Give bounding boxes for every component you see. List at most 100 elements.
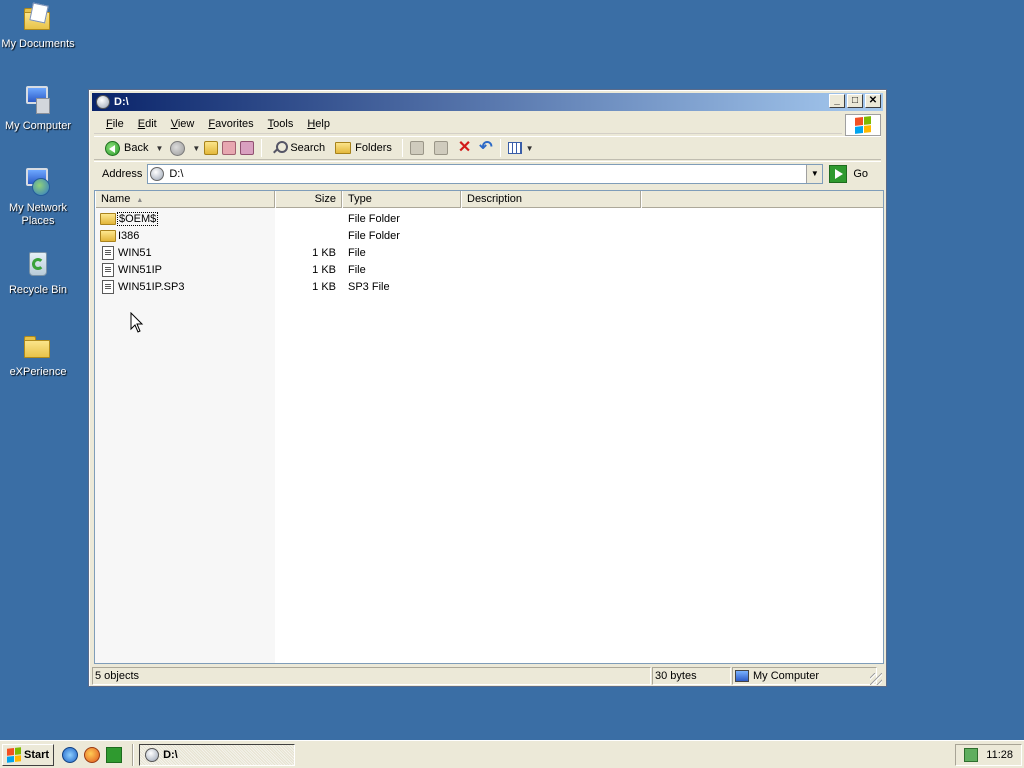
folder-icon	[100, 212, 116, 225]
title-bar[interactable]: D:\ _ □ ✕	[92, 93, 883, 111]
file-size: 1 KB	[312, 246, 336, 259]
folders-label: Folders	[355, 142, 392, 154]
drive-icon	[96, 95, 110, 109]
copy-icon[interactable]	[433, 141, 448, 155]
file-name: I386	[118, 229, 140, 242]
status-zone-label: My Computer	[753, 670, 820, 682]
menu-edit[interactable]: Edit	[138, 118, 157, 130]
forward-arrow-icon	[170, 140, 186, 156]
status-bar: 5 objects 30 bytes My Computer	[92, 666, 883, 686]
toolbar-separator	[401, 139, 403, 157]
system-tray: 11:28	[955, 743, 1022, 766]
desktop-icon-experience[interactable]: eXPerience	[0, 330, 76, 379]
resize-grip[interactable]	[870, 673, 882, 685]
undo-icon[interactable]: ↶	[479, 140, 492, 156]
search-label: Search	[290, 142, 326, 154]
window-title: D:\	[114, 96, 129, 108]
column-header-name[interactable]: Name ▲	[95, 191, 275, 208]
status-object-count: 5 objects	[92, 667, 651, 685]
move-icon[interactable]	[409, 141, 424, 155]
folders-icon	[335, 142, 352, 154]
column-header-description[interactable]: Description	[461, 191, 641, 208]
menu-file[interactable]: File	[106, 118, 124, 130]
clock[interactable]: 11:28	[986, 749, 1013, 761]
toolbar-separator	[261, 139, 263, 157]
start-button[interactable]: Start	[2, 743, 55, 766]
column-header-type[interactable]: Type	[342, 191, 461, 208]
address-value: D:\	[169, 167, 184, 180]
search-button[interactable]: Search	[269, 138, 328, 158]
file-type: File Folder	[348, 212, 400, 225]
menu-help[interactable]: Help	[307, 118, 330, 130]
standard-toolbar: Back ▼ ▼ Search Folders ✕ ↶ ▼	[94, 136, 881, 160]
taskbar-button-label: D:\	[163, 748, 178, 761]
copy-to-icon[interactable]	[240, 141, 255, 155]
go-arrow-icon	[829, 164, 848, 183]
views-icon[interactable]	[507, 142, 522, 154]
column-header-filler	[641, 191, 883, 208]
internet-explorer-icon[interactable]	[62, 746, 79, 763]
go-button[interactable]: Go	[829, 164, 868, 183]
forward-button[interactable]	[167, 138, 188, 158]
up-folder-icon[interactable]	[204, 141, 219, 155]
list-item[interactable]: $OEM$ File Folder	[95, 210, 883, 227]
views-dropdown-icon[interactable]: ▼	[526, 144, 534, 153]
file-icon	[102, 245, 114, 260]
file-type: File Folder	[348, 229, 400, 242]
network-status-icon[interactable]	[964, 747, 979, 762]
desktop-icon-my-documents[interactable]: My Documents	[0, 2, 76, 51]
list-item[interactable]: WIN51 1 KB File	[95, 244, 883, 261]
my-computer-icon	[22, 84, 54, 116]
menu-tools[interactable]: Tools	[268, 118, 294, 130]
move-to-icon[interactable]	[222, 141, 237, 155]
file-name: WIN51IP	[118, 263, 163, 276]
network-places-icon	[22, 166, 54, 198]
close-button[interactable]: ✕	[865, 94, 881, 108]
delete-icon[interactable]: ✕	[458, 140, 471, 156]
address-dropdown-icon[interactable]: ▼	[806, 164, 823, 183]
desktop-icon-recycle-bin[interactable]: Recycle Bin	[0, 248, 76, 297]
folders-button[interactable]: Folders	[332, 138, 395, 158]
my-documents-icon	[22, 2, 54, 34]
forward-dropdown-icon[interactable]: ▼	[192, 144, 200, 153]
taskbar-button-explorer[interactable]: D:\	[139, 743, 296, 766]
recycle-bin-icon	[22, 248, 54, 280]
menu-view[interactable]: View	[171, 118, 195, 130]
list-item[interactable]: I386 File Folder	[95, 227, 883, 244]
back-arrow-icon	[105, 140, 120, 156]
toolbar-separator	[499, 139, 501, 157]
back-label: Back	[124, 142, 149, 154]
show-desktop-icon[interactable]	[106, 746, 123, 763]
desktop-icon-my-computer[interactable]: My Computer	[0, 84, 76, 133]
quick-launch	[62, 746, 123, 763]
column-name-label: Name	[101, 193, 131, 205]
column-header: Name ▲ Size Type Description	[95, 191, 883, 208]
my-computer-icon	[735, 670, 749, 682]
list-item[interactable]: WIN51IP.SP3 1 KB SP3 File	[95, 278, 883, 295]
windows-logo-icon	[7, 746, 21, 763]
folder-icon	[100, 229, 116, 242]
firefox-icon[interactable]	[84, 746, 101, 763]
list-item[interactable]: WIN51IP 1 KB File	[95, 261, 883, 278]
taskbar-separator	[132, 743, 135, 766]
column-header-size[interactable]: Size	[275, 191, 342, 208]
address-input[interactable]: D:\ ▼	[147, 163, 824, 184]
file-size: 1 KB	[312, 280, 336, 293]
sort-ascending-icon: ▲	[136, 197, 144, 204]
desktop-icon-network-places[interactable]: My Network Places	[0, 166, 76, 228]
maximize-button[interactable]: □	[847, 94, 863, 108]
desktop-icon-label: My Computer	[4, 120, 72, 132]
folder-icon	[22, 330, 54, 362]
minimize-button[interactable]: _	[829, 94, 845, 108]
file-size: 1 KB	[312, 263, 336, 276]
windows-logo-icon	[845, 114, 881, 136]
file-icon	[102, 279, 114, 294]
start-label: Start	[24, 748, 50, 761]
menu-favorites[interactable]: Favorites	[208, 118, 253, 130]
file-list[interactable]: Name ▲ Size Type Description $OEM$ File F…	[94, 190, 884, 664]
back-dropdown-icon[interactable]: ▼	[155, 144, 163, 153]
taskbar: Start D:\ 11:28	[0, 740, 1024, 768]
back-button[interactable]: Back	[102, 138, 151, 158]
file-type: SP3 File	[348, 280, 390, 293]
status-total-size: 30 bytes	[652, 667, 731, 685]
